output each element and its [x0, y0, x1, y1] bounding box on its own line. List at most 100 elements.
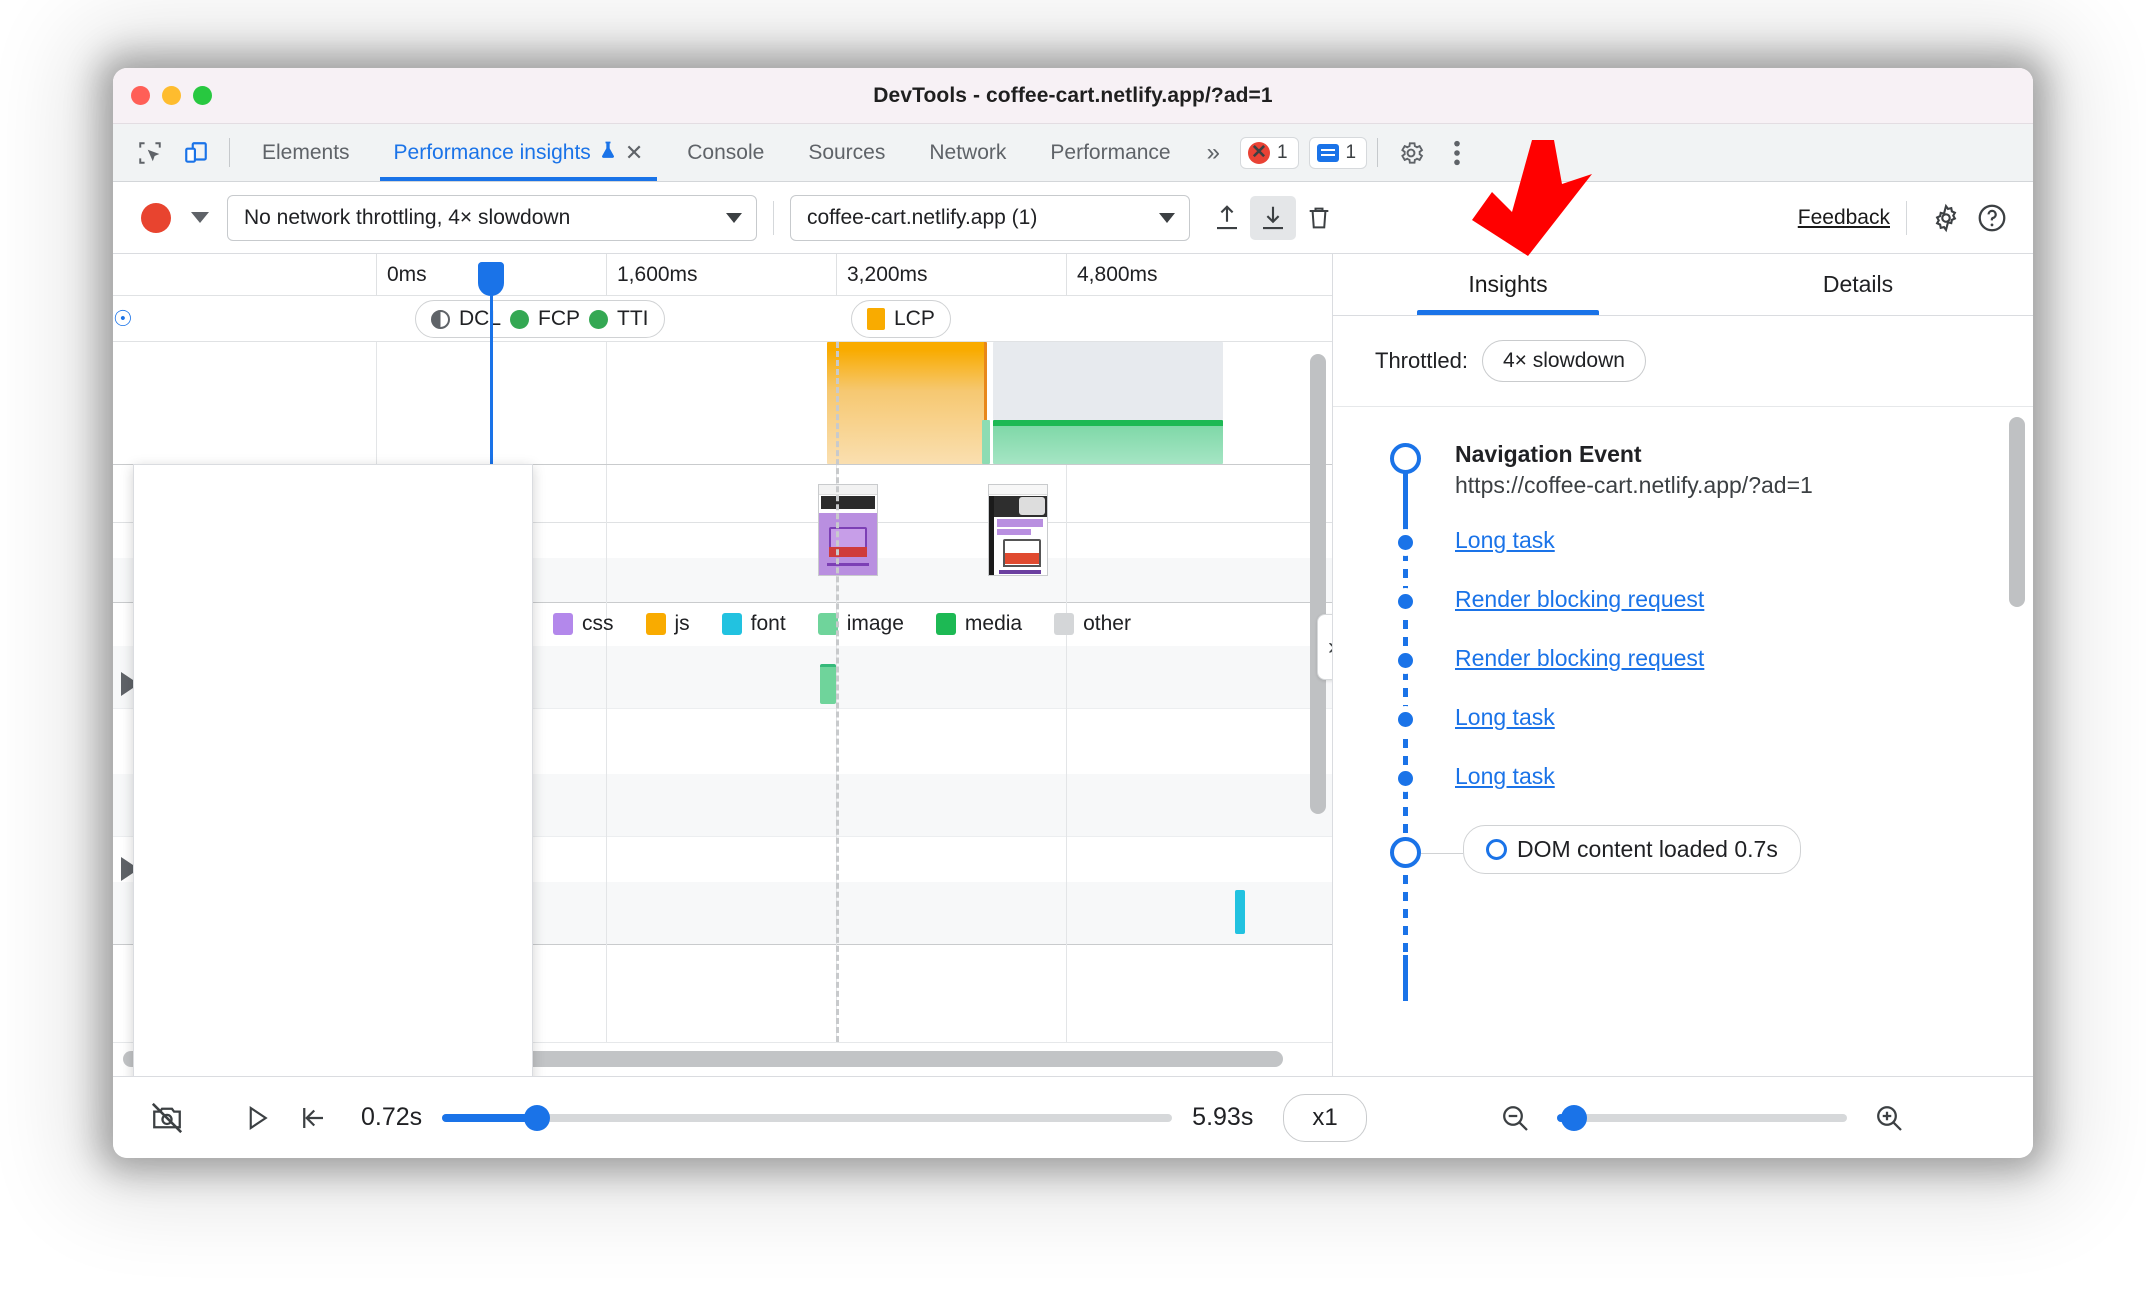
media-activity-block[interactable] — [993, 420, 1223, 464]
play-icon[interactable] — [229, 1090, 285, 1146]
dom-content-loaded-pill[interactable]: DOM content loaded 0.7s — [1463, 825, 1801, 874]
toolbar-divider-3 — [773, 200, 774, 235]
timeline-vertical-scrollbar-thumb[interactable] — [1310, 354, 1326, 814]
error-count-badge[interactable]: ✕ 1 — [1239, 136, 1299, 169]
tab-close-icon[interactable]: ✕ — [625, 141, 643, 164]
insight-item[interactable]: Long task — [1455, 527, 2013, 554]
tab-label: Elements — [262, 140, 350, 164]
chevron-down-icon — [1159, 212, 1175, 223]
screenshot-off-icon[interactable] — [139, 1090, 195, 1146]
chevron-down-icon — [726, 212, 742, 223]
insights-scrollbar-thumb[interactable] — [2009, 417, 2025, 607]
insight-node-icon — [1392, 588, 1419, 615]
record-options-caret-icon[interactable] — [191, 212, 209, 223]
js-swatch-icon — [645, 613, 666, 635]
grid-line — [606, 342, 607, 1042]
navigation-marker-icon[interactable]: ☉ — [113, 306, 133, 332]
title-bar: DevTools - coffee-cart.netlify.app/?ad=1 — [113, 68, 2033, 124]
insights-timeline-list[interactable]: Navigation Event https://coffee-cart.net… — [1333, 407, 2033, 1076]
tab-sources[interactable]: Sources — [786, 124, 907, 181]
lcp-label: LCP — [894, 307, 935, 330]
metrics-pill-group[interactable]: DCL FCP TTI — [415, 300, 665, 338]
insight-node-icon — [1392, 647, 1419, 674]
help-icon[interactable] — [1969, 196, 2015, 240]
time-range-slider[interactable] — [442, 1104, 1173, 1131]
media-swatch-icon — [935, 613, 956, 635]
tab-console[interactable]: Console — [665, 124, 786, 181]
tab-label: Sources — [808, 140, 886, 164]
insight-link[interactable]: Long task — [1455, 763, 1555, 790]
timeline-pane[interactable]: 0ms 1,600ms 3,200ms 4,800ms ☉ DCL FCP TT… — [113, 254, 1333, 1076]
tab-elements[interactable]: Elements — [240, 124, 372, 181]
tab-label: Console — [687, 140, 765, 164]
tab-performance-insights[interactable]: Performance insights ✕ — [372, 124, 666, 181]
trash-icon[interactable] — [1296, 196, 1342, 240]
more-tabs-icon[interactable]: » — [1193, 124, 1234, 181]
sidebar-expand-handle[interactable]: › — [1317, 614, 1332, 680]
window-title: DevTools - coffee-cart.netlify.app/?ad=1 — [873, 83, 1273, 107]
lcp-marker-icon — [867, 308, 885, 330]
image-swatch-icon — [817, 613, 838, 635]
legend-item-css[interactable]: css — [553, 612, 614, 636]
throttled-row: Throttled: 4× slowdown — [1333, 316, 2033, 407]
playback-speed-button[interactable]: x1 — [1283, 1093, 1367, 1142]
filmstrip-thumbnail[interactable] — [988, 484, 1048, 576]
gear-icon[interactable] — [1388, 124, 1434, 181]
insight-link[interactable]: Long task — [1455, 704, 1555, 731]
insight-item[interactable]: Render blocking request — [1455, 586, 2013, 613]
legend-label: font — [750, 612, 786, 635]
tab-network[interactable]: Network — [907, 124, 1028, 181]
insight-link[interactable]: Long task — [1455, 527, 1555, 554]
message-count: 1 — [1345, 141, 1357, 163]
media-activity-stub[interactable] — [982, 420, 990, 464]
lcp-pill[interactable]: LCP — [851, 300, 951, 338]
legend-label: image — [846, 612, 904, 635]
tab-performance[interactable]: Performance — [1028, 124, 1192, 181]
zoom-slider[interactable] — [1556, 1104, 1847, 1131]
filmstrip-thumbnail[interactable] — [818, 484, 878, 576]
jump-to-start-icon[interactable] — [285, 1090, 341, 1146]
insight-node-icon — [1392, 706, 1419, 733]
timeline-ruler[interactable]: 0ms 1,600ms 3,200ms 4,800ms — [113, 254, 1332, 296]
kebab-menu-icon[interactable] — [1434, 124, 1480, 181]
navigation-event-item[interactable]: Navigation Event https://coffee-cart.net… — [1455, 441, 2013, 499]
zoom-in-icon[interactable] — [1861, 1090, 1917, 1146]
zoom-out-icon[interactable] — [1487, 1090, 1543, 1146]
upload-icon[interactable] — [1204, 196, 1250, 240]
slider-knob[interactable] — [1560, 1104, 1587, 1131]
inspect-element-icon[interactable] — [127, 124, 173, 181]
tti-label: TTI — [617, 307, 649, 330]
ruler-tick: 3,200ms — [847, 263, 928, 286]
gear-icon[interactable] — [1923, 196, 1969, 240]
network-request-bar[interactable] — [820, 664, 836, 704]
device-toolbar-icon[interactable] — [173, 124, 219, 181]
record-button[interactable] — [141, 202, 171, 233]
message-count-badge[interactable]: 1 — [1308, 136, 1368, 169]
feedback-link[interactable]: Feedback — [1798, 206, 1890, 230]
legend-item-image[interactable]: image — [817, 612, 904, 636]
legend-label: other — [1083, 612, 1131, 635]
insight-item[interactable]: Long task — [1455, 763, 2013, 790]
legend-item-media[interactable]: media — [935, 612, 1022, 636]
recording-select[interactable]: coffee-cart.netlify.app (1) — [790, 194, 1190, 241]
insight-item[interactable]: Long task — [1455, 704, 2013, 731]
insight-node-icon — [1392, 765, 1419, 792]
insight-link[interactable]: Render blocking request — [1455, 586, 1704, 613]
network-request-bar[interactable] — [1235, 890, 1245, 934]
css-swatch-icon — [553, 613, 573, 635]
throttling-select[interactable]: No network throttling, 4× slowdown — [227, 194, 757, 241]
legend-item-font[interactable]: font — [721, 612, 786, 636]
playhead-handle[interactable] — [478, 262, 504, 296]
download-icon[interactable] — [1250, 195, 1296, 240]
perf-controls-toolbar: No network throttling, 4× slowdown coffe… — [113, 182, 2033, 254]
tab-insights[interactable]: Insights — [1333, 254, 1683, 315]
js-activity-block[interactable] — [827, 342, 987, 464]
legend-item-js[interactable]: js — [645, 612, 690, 636]
tab-details[interactable]: Details — [1683, 254, 2033, 315]
insight-link[interactable]: Render blocking request — [1455, 645, 1704, 672]
insight-item[interactable]: Render blocking request — [1455, 645, 2013, 672]
slider-knob[interactable] — [524, 1104, 551, 1131]
event-url: https://coffee-cart.netlify.app/?ad=1 — [1455, 472, 1813, 498]
legend-item-other[interactable]: other — [1054, 612, 1131, 636]
other-activity-block[interactable] — [993, 342, 1223, 420]
